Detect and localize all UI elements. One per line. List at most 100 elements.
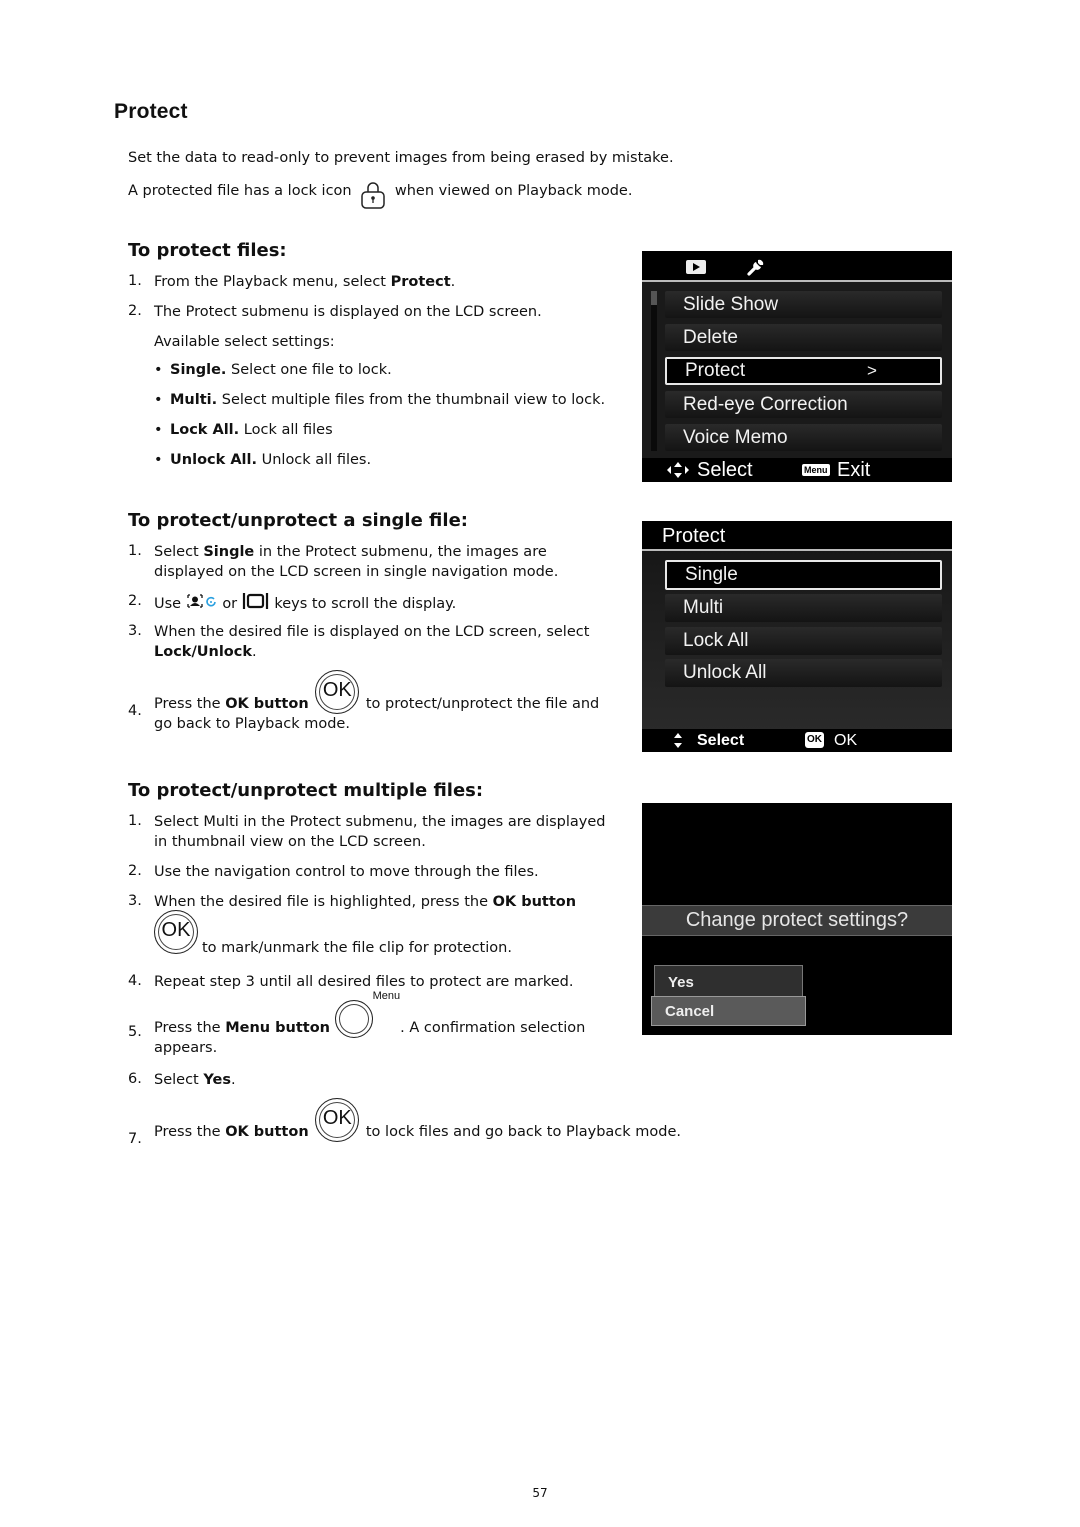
lcd-confirm-dialog: Change protect settings? Yes Cancel [642,803,952,1035]
lcd-footer: Select OK OK [642,729,952,752]
bullet-text: Lock all files [239,422,333,438]
bullet-bold: Single. [170,362,227,378]
lcd-title-bar: Protect [642,521,952,551]
lcd-footer-select: Select [697,459,753,481]
four-way-arrows-icon [666,461,690,482]
intro-line-1: Set the data to read-only to prevent ima… [128,150,674,166]
step-number: 3. [128,893,142,909]
step-text-part: Select [154,1072,204,1088]
confirm-option-yes: Yes [654,965,803,997]
step-text-part: Press the [154,696,226,712]
step-number: 6. [128,1071,142,1087]
bullet-dot: • [154,362,163,378]
step-text-bold: Single [203,544,255,560]
bullet-item: • Multi. Select multiple files from the t… [154,392,605,408]
bullet-dot: • [154,392,163,408]
confirm-option-cancel: Cancel [651,996,806,1026]
step-number: 1. [128,273,142,289]
step-number: 1. [128,813,142,829]
step-text-bold: OK button [225,696,309,712]
step-text-part: Select Multi in the Protect submenu, the… [154,814,606,830]
lcd-menu-item-delete: Delete [665,324,942,351]
step-text-bold: OK button [492,894,577,910]
bullet-dot: • [154,422,163,438]
page-title: Protect [114,100,188,123]
ok-button-icon: OK [154,910,198,954]
step-text: Select Yes. [154,1070,236,1090]
step-text-part: or [222,596,238,612]
display-icon [242,592,270,616]
step-text: OK to mark/unmark the file clip for prote… [154,910,512,956]
lcd-menu-item-label: Protect [685,360,746,381]
step-text: Use or keys to scroll the display. [154,592,456,616]
step-text-part: When the desired file is highlighted, pr… [154,894,493,910]
step-number: 2. [128,863,142,879]
lcd-footer-select: Select [697,732,745,749]
step-text-part: Use [154,596,182,612]
lcd-protect-menu: Protect Single Multi Lock All Unlock All… [642,521,952,752]
step-text-part: From the Playback menu, select [154,274,391,290]
step-text-part: . [450,274,456,290]
step-number: 4. [128,973,142,989]
step-text-part: to protect/unprotect the file and [365,696,600,712]
bullet-item: • Lock All. Lock all files [154,422,333,438]
step-text: When the desired file is displayed on th… [154,622,589,662]
lcd-menu-item-slide-show: Slide Show [665,291,942,318]
step-text-bold: Lock/Unlock [154,644,253,660]
step-text: Select Multi in the Protect submenu, the… [154,812,606,852]
step-text: Press the Menu button Menu . A confirmati… [154,990,585,1058]
step-number: 2. [128,303,142,319]
lcd-footer: Select Menu Exit [642,458,952,482]
bullet-bold: Lock All. [170,422,240,438]
lock-icon [360,180,386,210]
step-text-part: to mark/unmark the file clip for protect… [202,940,512,956]
step-text-part: in the Protect submenu, the images are [254,544,547,560]
step-text: Repeat step 3 until all desired files to… [154,974,574,990]
step-text-part: displayed on the LCD screen in single na… [154,564,559,580]
bullet-text: Unlock all files. [257,452,372,468]
lcd-menu-item-lock-all: Lock All [665,627,942,655]
menu-button-label: Menu [372,990,401,1002]
up-down-arrows-icon [673,732,683,752]
step-text: Use the navigation control to move throu… [154,864,539,880]
step-text-part: in thumbnail view on the LCD screen. [154,834,426,850]
intro-line-2-before: A protected file has a lock icon [128,183,352,199]
step-text: From the Playback menu, select Protect. [154,272,455,292]
ok-button-label: OK [322,1107,352,1129]
bullet-item: • Unlock All. Unlock all files. [154,452,371,468]
step-text-bold: Yes [203,1072,231,1088]
bullet-dot: • [154,452,163,468]
lcd-menu-item-unlock-all: Unlock All [665,659,942,687]
lcd-menu-item-single: Single [665,560,942,590]
step-number: 2. [128,593,142,609]
step-text-part: When the desired file is displayed on th… [154,624,590,640]
ok-badge-icon: OK [805,732,824,748]
step-text-bold: Protect [390,274,451,290]
section-heading-protect-files: To protect files: [128,240,287,261]
step-text-part: Select [154,544,204,560]
ok-button-label: OK [322,679,352,701]
bullet-text: Select one file to lock. [226,362,392,378]
ok-button-icon: OK [315,1098,360,1142]
playback-icon [686,260,706,274]
bullet-bold: Unlock All. [170,452,257,468]
ok-button-icon: OK [315,670,360,714]
step-text: Press the OK button OK to lock files and… [154,1098,681,1142]
step-text: Press the OK button OK to protect/unprot… [154,670,599,734]
menu-badge-icon: Menu [802,464,830,476]
step-text-part: appears. [154,1040,218,1056]
lcd-playback-menu: Slide Show Delete Protect > Red-eye Corr… [642,251,952,482]
intro-line-2-after: when viewed on Playback mode. [394,183,633,199]
step-text-part: . [252,644,257,660]
step-text-part: to lock files and go back to Playback mo… [365,1124,682,1140]
lcd-footer-ok: OK [834,732,858,749]
lcd-menu-item-protect: Protect > [665,357,942,385]
step-number: 3. [128,623,142,639]
chevron-right-icon: > [867,361,877,380]
step-text: Select Single in the Protect submenu, th… [154,542,558,582]
lcd-tab-bar [642,251,952,282]
lcd-scrollbar-thumb [651,291,657,305]
step-text-part: Press the [154,1124,226,1140]
section-heading-single-file: To protect/unprotect a single file: [128,510,468,531]
bullet-text: Select multiple files from the thumbnail… [217,392,606,408]
